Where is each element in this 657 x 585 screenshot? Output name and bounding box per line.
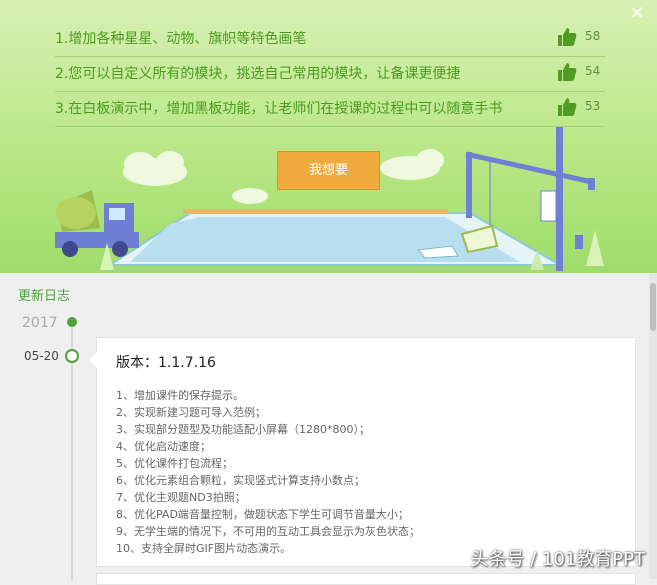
timeline-year: 2017 — [22, 315, 58, 331]
change-item: 8、优化PAD端音量控制，做题状态下学生可调节音量大小； — [116, 508, 409, 521]
scrollbar-thumb[interactable] — [650, 283, 656, 331]
close-icon[interactable]: ✕ — [627, 4, 647, 24]
truck-icon — [55, 190, 139, 257]
change-item: 4、优化启动速度； — [116, 440, 211, 453]
update-log-panel: 更新日志 2017 05-20 版本：1.1.7.16 1、增加课件的保存提示。… — [0, 273, 657, 585]
change-item: 7、优化主观题ND3拍照； — [116, 491, 246, 504]
next-release-card — [96, 573, 636, 585]
change-list: 1、增加课件的保存提示。 2、实现新建习题可导入范例； 3、实现部分题型及功能适… — [116, 387, 420, 557]
change-item: 2、实现新建习题可导入范例； — [116, 406, 266, 419]
cloud-left-icon — [123, 151, 187, 186]
like-count: 53 — [585, 99, 601, 113]
feature-text: 1.增加各种星星、动物、旗帜等特色画笔 — [55, 31, 307, 47]
timeline-year-dot — [67, 317, 77, 327]
cloud-right-icon — [380, 149, 444, 180]
like-count: 54 — [585, 64, 601, 78]
version-label: 版本：1.1.7.16 — [116, 355, 216, 371]
change-item: 5、优化课件打包流程； — [116, 457, 233, 470]
watermark: 头条号 / 101教育PPT — [470, 549, 645, 570]
release-note-card: 版本：1.1.7.16 1、增加课件的保存提示。 2、实现新建习题可导入范例； … — [89, 337, 636, 567]
thumbs-up-icon[interactable] — [557, 27, 577, 47]
update-log-title: 更新日志 — [18, 289, 71, 304]
like-count: 58 — [585, 29, 601, 43]
promo-banner: ✕ 1.增加各种星星、动物、旗帜等特色画笔 58 2.您可以自定义所有的模块，挑… — [0, 0, 657, 273]
change-item: 6、优化元素组合颗粒，实现竖式计算支持小数点； — [116, 474, 365, 487]
cloud-small-icon — [232, 188, 268, 204]
feature-text: 2.您可以自定义所有的模块，挑选自己常用的模块，让备课更便捷 — [55, 66, 461, 82]
scrollbar[interactable] — [649, 273, 657, 579]
timeline-date-dot — [65, 349, 79, 363]
feature-text: 3.在白板演示中，增加黑板功能，让老师们在授课的过程中可以随意手书 — [55, 101, 503, 117]
change-item: 9、无学生端的情况下，不可用的互动工具会显示为灰色状态； — [116, 525, 420, 538]
change-item: 1、增加课件的保存提示。 — [116, 389, 244, 402]
feature-item-2: 2.您可以自定义所有的模块，挑选自己常用的模块，让备课更便捷 54 — [55, 57, 605, 92]
want-button[interactable]: 我想要 — [277, 151, 380, 190]
thumbs-up-icon[interactable] — [557, 62, 577, 82]
timeline-line — [71, 325, 73, 580]
feature-item-1: 1.增加各种星星、动物、旗帜等特色画笔 58 — [55, 22, 605, 57]
thumbs-up-icon[interactable] — [557, 97, 577, 117]
change-item: 10、支持全屏时GIF图片动态演示。 — [116, 542, 292, 555]
change-item: 3、实现部分题型及功能适配小屏幕（1280*800）； — [116, 423, 370, 436]
feature-item-3: 3.在白板演示中，增加黑板功能，让老师们在授课的过程中可以随意手书 53 — [55, 92, 605, 127]
timeline-date: 05-20 — [24, 349, 59, 363]
